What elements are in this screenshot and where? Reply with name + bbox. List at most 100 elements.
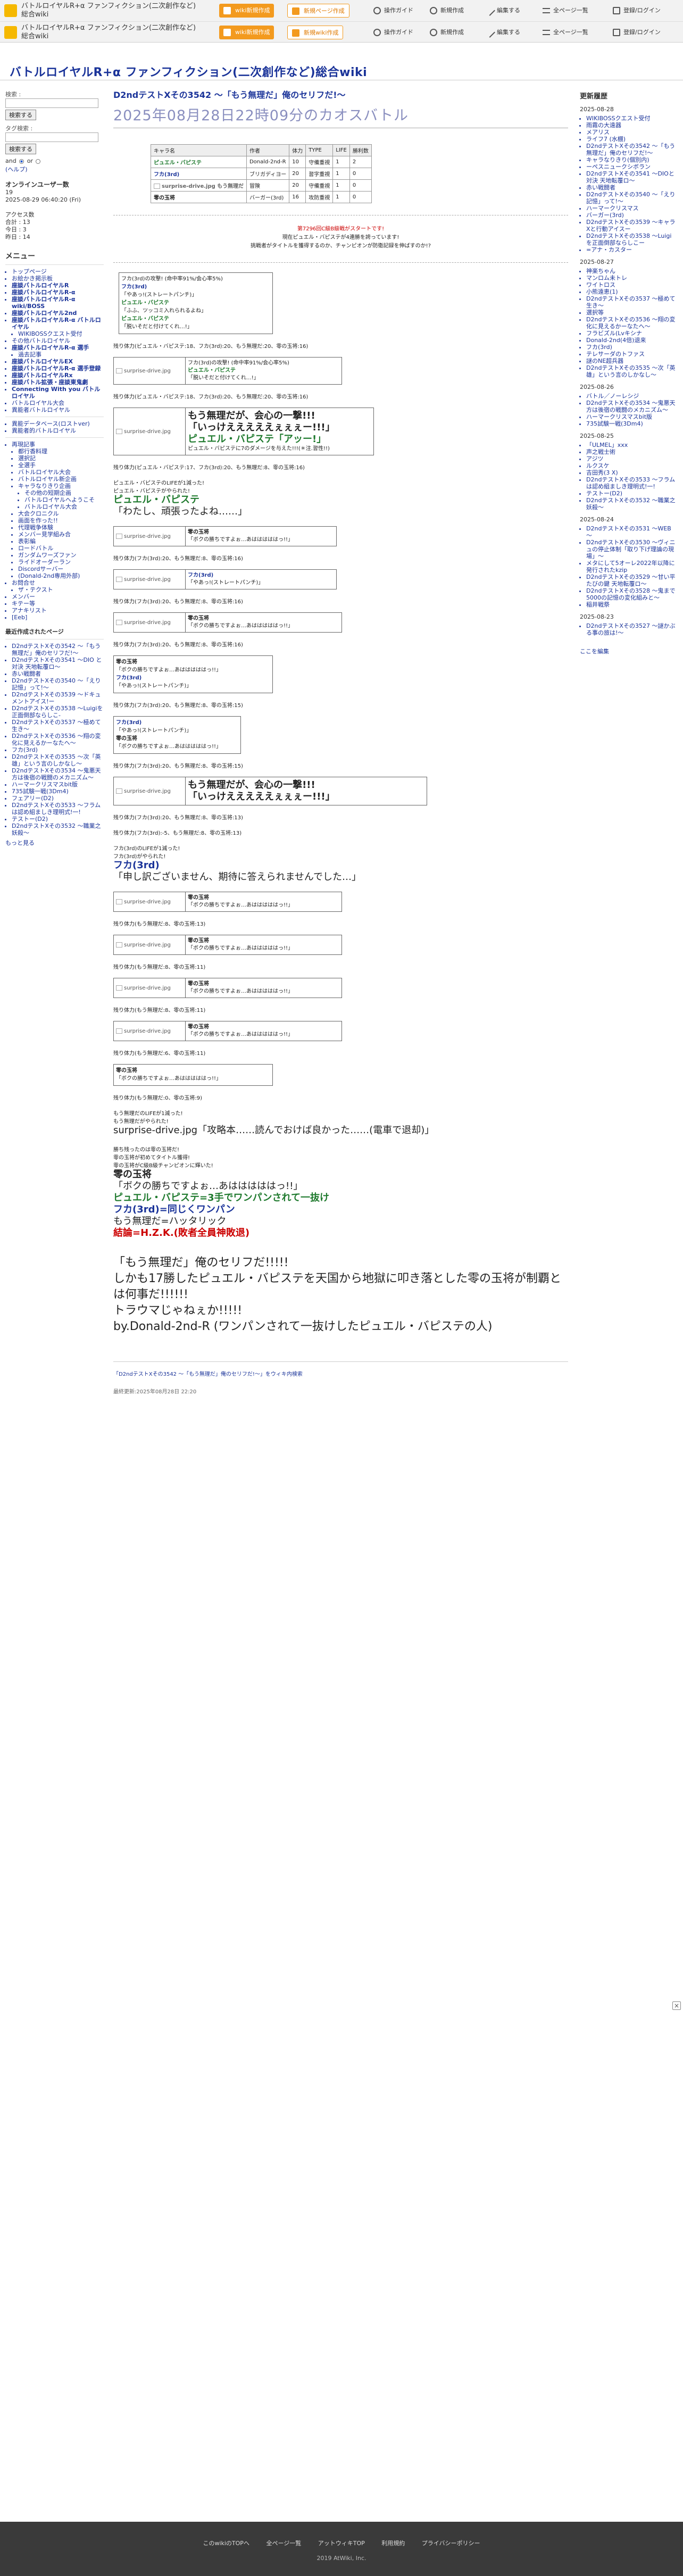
wiki-create-button-2[interactable]: wiki新規作成: [219, 26, 274, 39]
guide-link-2[interactable]: 操作ガイド: [372, 26, 413, 39]
atwiki-logo-icon[interactable]: [4, 4, 17, 17]
menu-item[interactable]: 座談バトルロイヤルR-α 選手登録: [12, 365, 104, 372]
update-item[interactable]: D2ndテストXその3541 ～DIOと対決 天地転覆ロ～: [586, 170, 676, 184]
menu-item[interactable]: お絵かき掲示板: [12, 275, 104, 282]
recent-item[interactable]: D2ndテストXその3534 ～鬼悪天方は後宿の戦闘のメカニズム～: [12, 767, 104, 781]
new-link[interactable]: 新規作成: [429, 4, 464, 18]
search-help-link[interactable]: (ヘルプ): [5, 166, 28, 173]
update-item[interactable]: フカ(3rd): [586, 344, 676, 351]
footer-link[interactable]: プライバシーポリシー: [422, 2540, 480, 2547]
menu-item[interactable]: 選択記: [18, 455, 104, 462]
menu-item[interactable]: 異能者的バトルロイヤル: [12, 427, 104, 434]
update-item[interactable]: D2ndテストXその3540 ～「えり記憶」って!～: [586, 191, 676, 205]
update-item[interactable]: テストー(D2): [586, 490, 676, 497]
or-radio[interactable]: [36, 159, 41, 164]
update-item[interactable]: D2ndテストXその3527 ～謎かぶる事の旅は!～: [586, 622, 676, 636]
login-link[interactable]: 登録/ログイン: [612, 4, 661, 18]
update-item[interactable]: アジツ: [586, 455, 676, 462]
update-item[interactable]: 小熊遠恵(1): [586, 288, 676, 295]
menu-item[interactable]: 代理戦争体験: [18, 524, 104, 531]
menu-item[interactable]: WIKIBOSSクエスト受付: [18, 330, 104, 337]
menu-item[interactable]: 全選手: [18, 462, 104, 469]
new-wiki-button[interactable]: 新規wiki作成: [287, 26, 344, 39]
menu-item[interactable]: 画面を作った!!: [18, 517, 104, 524]
edit-sidebar-link[interactable]: ここを編集: [580, 647, 676, 655]
menu-item[interactable]: 座談バトルロイヤルR-α: [12, 289, 104, 296]
recent-item[interactable]: D2ndテストXその3540 ～「えり記憶」って!～: [12, 677, 104, 691]
footer-link[interactable]: アットウィキTOP: [318, 2540, 365, 2547]
update-item[interactable]: D2ndテストXその3534 ～鬼悪天方は後宿の戦闘のメカニズム～: [586, 400, 676, 413]
menu-item[interactable]: お問合せ: [12, 579, 104, 586]
wiki-title[interactable]: バトルロイヤルR+α ファンフィクション(二次創作など)総合wiki: [10, 63, 367, 80]
recent-item[interactable]: 735試験一戦(3Dm4): [12, 788, 104, 795]
recent-item[interactable]: D2ndテストXその3532 ～職業之妖殺～: [12, 822, 104, 836]
update-item[interactable]: バトル／ノーレシジ: [586, 393, 676, 400]
update-item[interactable]: 稲井戦祭: [586, 601, 676, 608]
menu-item[interactable]: メンバー見学組み合: [18, 531, 104, 538]
recent-item[interactable]: D2ndテストXその3536 ～翔の変化に見えるかーなたへ～: [12, 733, 104, 746]
update-item[interactable]: 声之戦士術: [586, 448, 676, 455]
site-name[interactable]: バトルロイヤルR+α ファンフィクション(二次創作など)総合wiki: [21, 2, 197, 20]
new-link-2[interactable]: 新規作成: [429, 26, 464, 39]
wiki-search-link[interactable]: 「D2ndテストXその3542 ～「もう無理だ」俺のセリフだ!～」をウィキ内検索: [113, 1361, 568, 1377]
menu-item[interactable]: アナキリスト: [12, 607, 104, 614]
guide-link[interactable]: 操作ガイド: [372, 4, 413, 18]
menu-item[interactable]: バトルロイヤルへようこそ: [24, 496, 104, 503]
update-item[interactable]: 吉田秀(3 X): [586, 469, 676, 476]
update-item[interactable]: D2ndテストXその3536 ～翔の変化に見えるかーなたへ～: [586, 316, 676, 330]
update-item[interactable]: D2ndテストXその3535 ～次「英雄」という言のしかなし～: [586, 364, 676, 378]
menu-item[interactable]: [Eeb]: [12, 614, 104, 621]
update-item[interactable]: 神楽ちゃん: [586, 268, 676, 275]
new-page-button[interactable]: 新規ページ作成: [287, 4, 349, 18]
menu-item[interactable]: バトルロイヤル大会: [18, 469, 104, 476]
menu-item[interactable]: 座談バトル拡張・座談東鬼劇: [12, 379, 104, 386]
recent-item[interactable]: D2ndテストXその3539 ～ドキュメントアイス!ー: [12, 691, 104, 705]
menu-item[interactable]: バトルロイヤル大会: [24, 503, 104, 510]
update-item[interactable]: 雨霧の大遠器: [586, 122, 676, 129]
update-item[interactable]: バーガー(3rd): [586, 212, 676, 219]
update-item[interactable]: ルクスケ: [586, 462, 676, 469]
recent-item[interactable]: D2ndテストXその3535 ～次「英雄」という言のしかなし～: [12, 753, 104, 767]
menu-item[interactable]: 座談バトルロイヤルR-α バトルロイヤル: [12, 317, 104, 330]
tag-search-input[interactable]: [5, 132, 98, 142]
update-item[interactable]: ワイトロス: [586, 281, 676, 288]
recent-item[interactable]: D2ndテストXその3537 ～極めて生き～: [12, 719, 104, 733]
menu-item[interactable]: 表彰編: [18, 538, 104, 545]
menu-item[interactable]: (Donald-2nd専用外部): [18, 572, 104, 579]
menu-item[interactable]: 座談バトルロイヤルEX: [12, 358, 104, 365]
menu-item[interactable]: 異能者バトルロイヤル: [12, 406, 104, 413]
menu-item[interactable]: 座談バトルロイヤルR-α wiki/BOSS: [12, 296, 104, 310]
site-name-2[interactable]: バトルロイヤルR+α ファンフィクション(二次創作など)総合wiki: [21, 24, 197, 42]
more-link[interactable]: もっと見る: [5, 840, 35, 846]
search-button[interactable]: 検索する: [5, 110, 36, 120]
update-item[interactable]: マンロム未トレ: [586, 275, 676, 281]
menu-item[interactable]: その他の短期企画: [24, 489, 104, 496]
menu-item[interactable]: バトルロイヤル大会: [12, 400, 104, 406]
update-item[interactable]: =アナ・カスター: [586, 246, 676, 253]
edit-link-2[interactable]: 編集する: [485, 26, 520, 39]
update-item[interactable]: D2ndテストXその3530 ～ヴィニュの停止体制「取り下げ理論の現場」～: [586, 539, 676, 560]
update-item[interactable]: テレサーダのトファス: [586, 351, 676, 358]
menu-item[interactable]: Discordサーバー: [18, 566, 104, 572]
update-item[interactable]: キャラなりきり(個別内): [586, 156, 676, 163]
menu-item[interactable]: ガンダムワーズファン: [18, 552, 104, 559]
recent-item[interactable]: D2ndテストXその3533 ～フラムは認め組ましき理明式!一!: [12, 802, 104, 816]
menu-item[interactable]: Connecting With you バトルロイヤル: [12, 386, 104, 400]
recent-item[interactable]: D2ndテストXその3542 ～「もう無理だ」俺のセリフだ!～: [12, 643, 104, 657]
update-item[interactable]: D2ndテストXその3533 ～フラムは認め組ましき理明式!一!: [586, 476, 676, 490]
update-item[interactable]: 謎のNE超兵器: [586, 358, 676, 364]
update-item[interactable]: D2ndテストXその3532 ～職業之妖殺～: [586, 497, 676, 511]
update-item[interactable]: 「ULMEL」xxx: [586, 442, 676, 448]
menu-item[interactable]: 異能データベース(ロストver): [12, 420, 104, 427]
footer-link[interactable]: 全ページ一覧: [266, 2540, 301, 2547]
and-radio[interactable]: [19, 159, 24, 164]
menu-item[interactable]: 座談バトルロイヤルR-α 選手: [12, 344, 104, 351]
update-item[interactable]: D2ndテストXその3537 ～極めて生き～: [586, 295, 676, 309]
recent-item[interactable]: フカ(3rd): [12, 746, 104, 753]
wiki-create-button[interactable]: wiki新規作成: [219, 4, 274, 18]
update-item[interactable]: WIKIBOSSクエスト受付: [586, 115, 676, 122]
update-item[interactable]: ハーマークリスマスbit版: [586, 413, 676, 420]
update-item[interactable]: D2ndテストXその3538 ～Luigiを正面倒部ならしこー: [586, 232, 676, 246]
menu-item[interactable]: 座談バトルロイヤルRx: [12, 372, 104, 379]
recent-item[interactable]: 赤い戦闘者: [12, 670, 104, 677]
